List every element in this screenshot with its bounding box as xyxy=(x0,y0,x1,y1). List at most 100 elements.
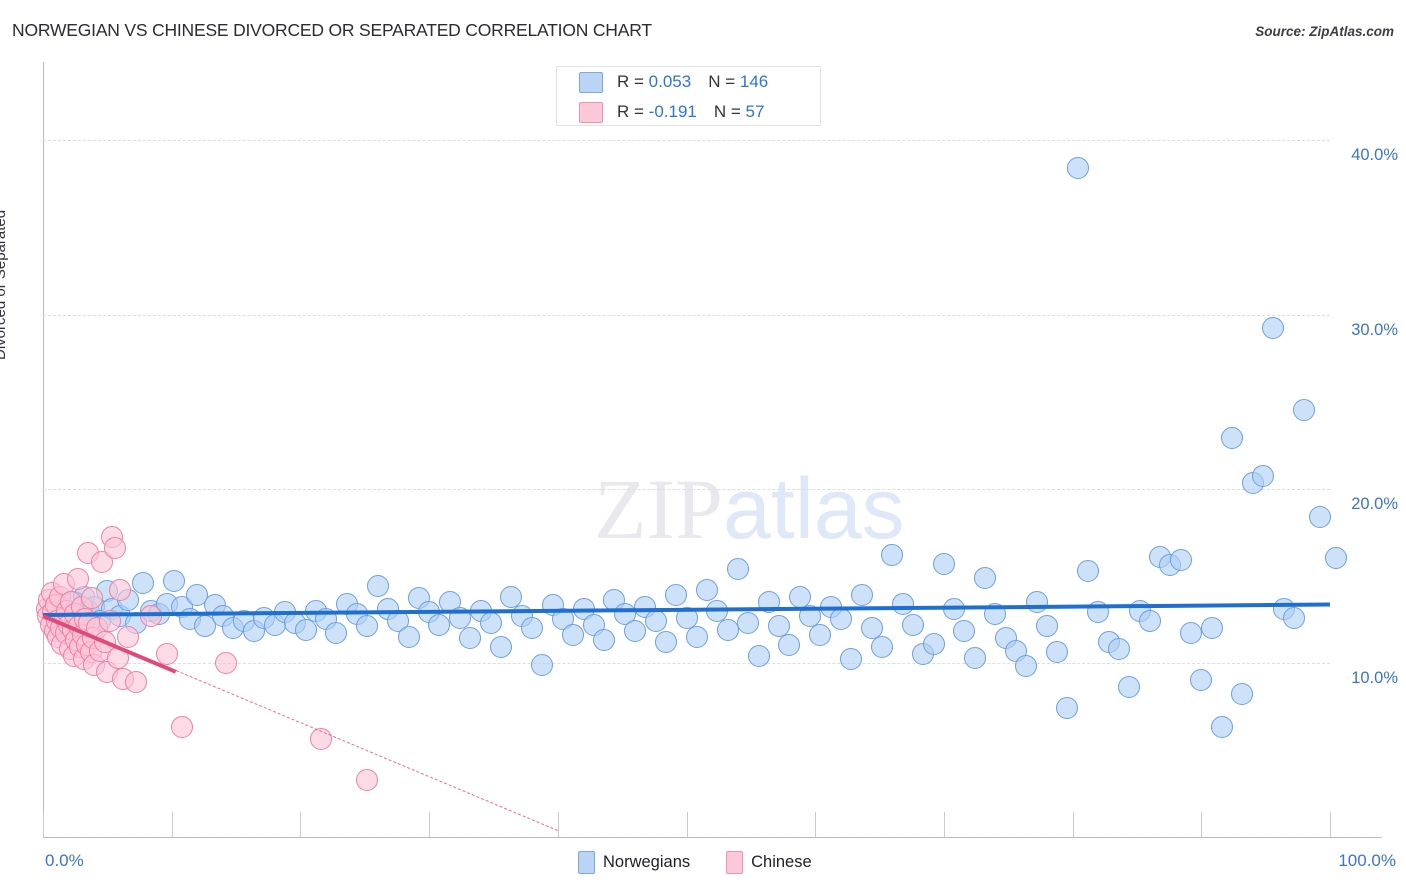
data-point[interactable] xyxy=(1107,637,1130,660)
x-axis-line xyxy=(43,837,1382,838)
data-point[interactable] xyxy=(163,569,186,592)
correlation-legend: R = 0.053 N = 146 R = -0.191 N = 57 xyxy=(556,66,821,126)
data-point[interactable] xyxy=(1282,606,1305,629)
data-point[interactable] xyxy=(1015,655,1038,678)
series-label-norwegians[interactable]: Norwegians xyxy=(603,853,690,872)
data-point[interactable] xyxy=(963,646,986,669)
gridline-30 xyxy=(43,314,1330,316)
data-point[interactable] xyxy=(840,648,863,671)
x-tick-30 xyxy=(429,812,431,837)
data-point[interactable] xyxy=(974,566,997,589)
page-title: NORWEGIAN VS CHINESE DIVORCED OR SEPARAT… xyxy=(12,20,652,40)
data-point[interactable] xyxy=(1293,399,1316,422)
data-point[interactable] xyxy=(531,653,554,676)
data-point[interactable] xyxy=(1118,676,1141,699)
data-point[interactable] xyxy=(685,625,708,648)
data-point[interactable] xyxy=(294,618,317,641)
legend-n-label-norwegians: N = xyxy=(708,72,740,91)
data-point[interactable] xyxy=(132,571,155,594)
x-tick-20 xyxy=(300,812,302,837)
data-point[interactable] xyxy=(654,630,677,653)
data-point[interactable] xyxy=(922,632,945,655)
data-point[interactable] xyxy=(747,644,770,667)
chart-root: NORWEGIAN VS CHINESE DIVORCED OR SEPARAT… xyxy=(0,0,1406,892)
x-tick-60 xyxy=(815,812,817,837)
data-point[interactable] xyxy=(829,608,852,631)
x-tick-70 xyxy=(943,812,945,837)
data-point[interactable] xyxy=(1221,427,1244,450)
data-point[interactable] xyxy=(109,578,132,601)
data-point[interactable] xyxy=(1325,547,1348,570)
legend-r-label-chinese: R = xyxy=(617,102,649,121)
watermark: ZIPatlas xyxy=(594,466,905,552)
data-point[interactable] xyxy=(66,568,89,591)
legend-n-norwegians: N = 146 xyxy=(708,72,768,92)
data-point[interactable] xyxy=(1308,505,1331,528)
data-point[interactable] xyxy=(665,583,688,606)
y-axis-title: Divorced or Separated xyxy=(0,209,9,360)
gridline-20 xyxy=(43,488,1330,490)
data-point[interactable] xyxy=(1025,590,1048,613)
data-point[interactable] xyxy=(1066,157,1089,180)
data-point[interactable] xyxy=(214,651,237,674)
data-point[interactable] xyxy=(716,618,739,641)
data-point[interactable] xyxy=(1077,559,1100,582)
data-point[interactable] xyxy=(932,552,955,575)
data-point[interactable] xyxy=(881,543,904,566)
data-point[interactable] xyxy=(521,617,544,639)
data-point[interactable] xyxy=(459,627,482,650)
series-swatch-norwegians[interactable] xyxy=(578,851,595,874)
x-tick-100 xyxy=(1330,812,1331,837)
data-point[interactable] xyxy=(1138,610,1161,633)
data-point[interactable] xyxy=(891,592,914,615)
data-point[interactable] xyxy=(428,613,451,636)
series-swatch-chinese[interactable] xyxy=(726,851,744,874)
data-point[interactable] xyxy=(356,768,379,791)
data-point[interactable] xyxy=(1035,615,1058,638)
data-point[interactable] xyxy=(1056,697,1079,720)
data-point[interactable] xyxy=(562,623,585,646)
data-point[interactable] xyxy=(624,620,647,643)
data-point[interactable] xyxy=(479,611,502,634)
legend-r-chinese: R = -0.191 xyxy=(617,102,697,122)
data-point[interactable] xyxy=(902,613,924,636)
data-point[interactable] xyxy=(356,615,379,638)
x-axis-max-label: 100.0% xyxy=(1338,851,1396,870)
data-point[interactable] xyxy=(397,625,420,648)
data-point[interactable] xyxy=(170,716,193,739)
data-point[interactable] xyxy=(778,634,801,657)
gridline-40 xyxy=(43,140,1330,142)
data-point[interactable] xyxy=(1210,716,1233,739)
data-point[interactable] xyxy=(366,575,389,598)
data-point[interactable] xyxy=(1169,549,1192,572)
source-attribution: Source: ZipAtlas.com xyxy=(1255,24,1394,39)
data-point[interactable] xyxy=(696,578,719,601)
data-point[interactable] xyxy=(1252,465,1275,488)
watermark-zip: ZIP xyxy=(594,461,723,557)
data-point[interactable] xyxy=(726,557,749,580)
data-point[interactable] xyxy=(737,611,760,634)
data-point[interactable] xyxy=(325,622,348,645)
x-tick-0 xyxy=(43,812,44,837)
x-tick-80 xyxy=(1072,812,1074,837)
data-point[interactable] xyxy=(1231,683,1254,706)
data-point[interactable] xyxy=(1046,641,1069,664)
data-point[interactable] xyxy=(104,536,127,559)
data-point[interactable] xyxy=(490,636,513,659)
data-point[interactable] xyxy=(593,629,616,652)
data-point[interactable] xyxy=(871,636,894,659)
data-point[interactable] xyxy=(850,583,873,606)
data-point[interactable] xyxy=(116,625,139,648)
data-point[interactable] xyxy=(124,671,147,693)
legend-row-chinese: R = -0.191 N = 57 xyxy=(557,97,822,127)
trendline-chinese-extension xyxy=(175,669,558,831)
data-point[interactable] xyxy=(1200,617,1223,639)
data-point[interactable] xyxy=(953,620,976,643)
data-point[interactable] xyxy=(1190,669,1213,692)
data-point[interactable] xyxy=(809,623,832,646)
legend-n-label-chinese: N = xyxy=(713,102,746,121)
data-point[interactable] xyxy=(1262,317,1285,340)
data-point[interactable] xyxy=(1180,622,1202,645)
series-label-chinese[interactable]: Chinese xyxy=(751,853,812,872)
data-point[interactable] xyxy=(644,610,667,633)
